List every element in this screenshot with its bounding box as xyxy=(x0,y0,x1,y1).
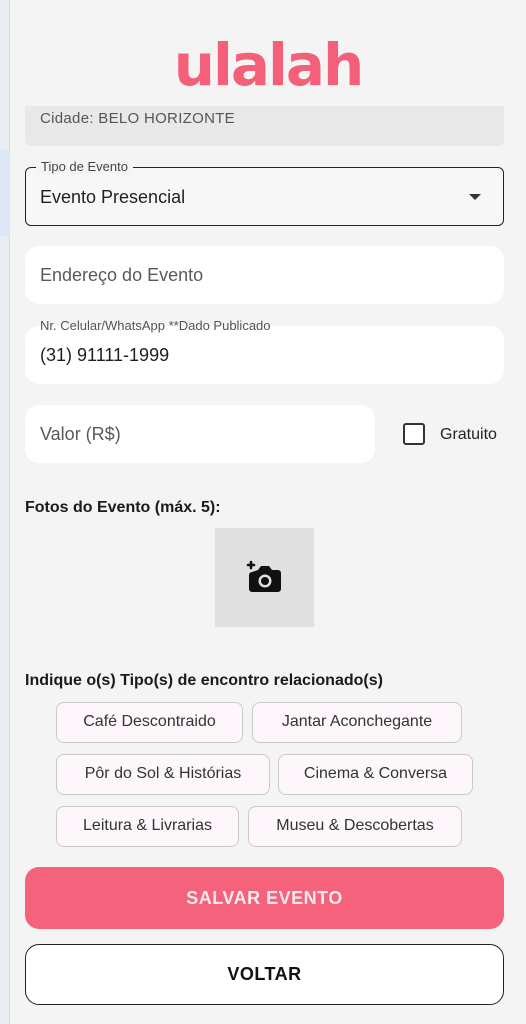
app-logo: ulalah xyxy=(173,31,365,99)
chip-cinema-conversa[interactable]: Cinema & Conversa xyxy=(278,754,473,795)
endereco-input[interactable]: Endereço do Evento xyxy=(25,246,504,304)
chip-leitura-livrarias[interactable]: Leitura & Livrarias xyxy=(56,806,239,847)
chip-jantar-aconchegante[interactable]: Jantar Aconchegante xyxy=(252,702,462,743)
tipos-encontro-title: Indique o(s) Tipo(s) de encontro relacio… xyxy=(25,672,383,689)
valor-input[interactable]: Valor (R$) xyxy=(25,405,375,463)
tipo-evento-select[interactable]: Tipo de Evento Evento Presencial xyxy=(25,159,504,226)
cidade-field: Cidade: BELO HORIZONTE xyxy=(25,106,504,146)
endereco-placeholder: Endereço do Evento xyxy=(40,265,204,285)
cidade-text: Cidade: BELO HORIZONTE xyxy=(40,110,235,127)
voltar-button[interactable]: VOLTAR xyxy=(25,944,504,1005)
gratuito-checkbox[interactable] xyxy=(403,423,425,445)
background-window-edge xyxy=(0,0,10,1024)
chip-museu-descobertas[interactable]: Museu & Descobertas xyxy=(248,806,462,847)
celular-label: Nr. Celular/WhatsApp **Dado Publicado xyxy=(40,318,271,333)
fotos-title: Fotos do Evento (máx. 5): xyxy=(25,499,221,516)
dropdown-arrow-icon xyxy=(469,194,481,200)
gratuito-label: Gratuito xyxy=(440,426,497,443)
tipo-evento-value: Evento Presencial xyxy=(40,187,186,207)
event-form-screen: ulalah Cidade: BELO HORIZONTE Tipo de Ev… xyxy=(10,0,526,1024)
add-photo-button[interactable] xyxy=(215,528,314,627)
tipo-evento-label: Tipo de Evento xyxy=(36,159,133,174)
add-photo-icon xyxy=(246,560,281,592)
valor-placeholder: Valor (R$) xyxy=(40,424,121,444)
salvar-evento-button[interactable]: SALVAR EVENTO xyxy=(25,867,504,929)
chip-por-do-sol[interactable]: Pôr do Sol & Histórias xyxy=(56,754,270,795)
celular-input[interactable]: Nr. Celular/WhatsApp **Dado Publicado (3… xyxy=(25,318,504,384)
chip-cafe-descontraido[interactable]: Café Descontraido xyxy=(56,702,243,743)
celular-value: (31) 91111-1999 xyxy=(40,345,170,365)
